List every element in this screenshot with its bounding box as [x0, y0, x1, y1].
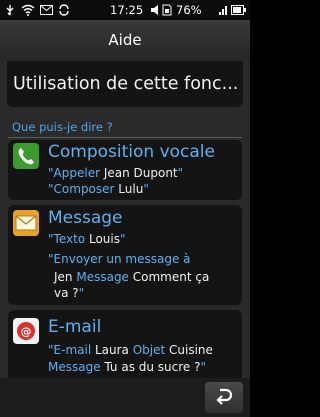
command-title: E-mail [48, 317, 102, 337]
command-example: va ?" [54, 286, 85, 300]
title-bar: Aide [0, 20, 250, 60]
section-heading: Que puis-je dire ? [12, 120, 113, 134]
mail-icon [40, 0, 53, 20]
section-divider [8, 137, 242, 138]
command-example: "Composer Lulu" [48, 182, 149, 196]
battery-icon [231, 0, 246, 20]
sim-icon [162, 0, 172, 20]
svg-text:@: @ [21, 325, 32, 338]
command-example: "Appeler Jean Dupont" [48, 166, 184, 180]
status-bar: 17:25 76% [0, 0, 250, 20]
command-example: Message Tu as du sucre ?" [48, 360, 207, 374]
command-email[interactable]: @ E-mail "E-mail Laura Objet Cuisine Mes… [8, 310, 242, 378]
signal-icon [219, 0, 229, 20]
back-button[interactable] [205, 382, 243, 413]
sync-icon [58, 0, 70, 20]
email-icon: @ [13, 318, 39, 344]
wifi-icon [21, 0, 35, 20]
command-example: "Texto Louis" [48, 232, 126, 246]
status-time: 17:25 [110, 3, 144, 17]
bottom-bar [0, 378, 250, 417]
phone-icon [13, 143, 39, 169]
page-title: Aide [108, 31, 142, 49]
main-content[interactable]: Utilisation de cette fonc... Que puis-je… [0, 60, 250, 378]
usage-label: Utilisation de cette fonc... [13, 74, 239, 94]
usb-icon [4, 0, 16, 20]
command-title: Message [48, 208, 123, 228]
command-example: Jen Message Comment ça [54, 270, 210, 284]
battery-percent: 76% [176, 3, 202, 17]
command-title: Composition vocale [48, 142, 215, 162]
command-message[interactable]: Message "Texto Louis" "Envoyer un messag… [8, 205, 242, 305]
back-arrow-icon [214, 386, 234, 410]
usage-item[interactable]: Utilisation de cette fonc... [7, 61, 243, 107]
volume-icon [150, 0, 162, 20]
command-example: "Envoyer un message à [48, 252, 191, 266]
command-voice-dial[interactable]: Composition vocale "Appeler Jean Dupont"… [8, 140, 242, 200]
command-example: "E-mail Laura Objet Cuisine [48, 343, 213, 357]
envelope-icon [13, 210, 39, 236]
